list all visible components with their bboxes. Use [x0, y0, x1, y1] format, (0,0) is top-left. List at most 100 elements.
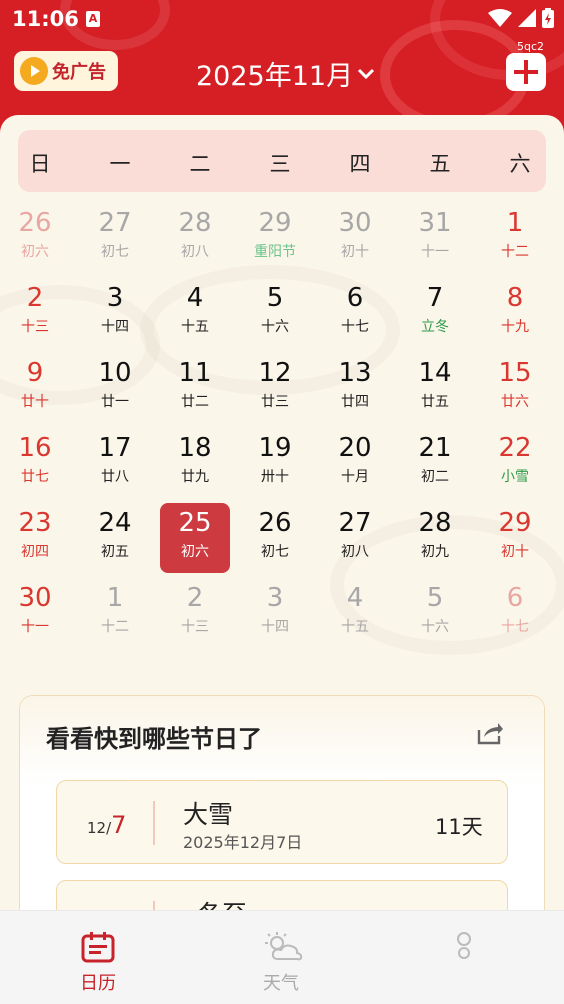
lunar-date: 初七 — [261, 544, 289, 560]
lunar-date: 初八 — [341, 544, 369, 560]
calendar-day[interactable]: 2 十三 — [160, 578, 230, 648]
calendar-day[interactable]: 12 廿三 — [240, 353, 310, 423]
weekday-label: 三 — [269, 152, 291, 176]
calendar-day[interactable]: 30 十一 — [0, 578, 70, 648]
calendar-day[interactable]: 5 十六 — [240, 278, 310, 348]
calendar-day[interactable]: 27 初七 — [80, 203, 150, 273]
day-number: 30 — [338, 208, 372, 238]
calendar-day[interactable]: 27 初八 — [320, 503, 390, 573]
remove-ads-button[interactable]: 免广告 — [14, 51, 118, 91]
day-number: 4 — [346, 583, 364, 613]
calendar-day[interactable]: 23 初四 — [0, 503, 70, 573]
day-number: 27 — [338, 508, 372, 538]
day-number: 8 — [506, 283, 524, 313]
day-number: 1 — [106, 583, 124, 613]
lunar-date: 廿十 — [21, 394, 49, 410]
day-number: 15 — [498, 358, 532, 388]
calendar-day[interactable]: 29 重阳节 — [240, 203, 310, 273]
day-number: 16 — [18, 433, 52, 463]
calendar-day[interactable]: 17 廿八 — [80, 428, 150, 498]
calendar-day[interactable]: 3 十四 — [240, 578, 310, 648]
lunar-date: 初七 — [101, 244, 129, 260]
lunar-date: 廿八 — [101, 469, 129, 485]
nav-tab-calendar[interactable]: 日历 — [38, 911, 158, 1004]
nav-tab-profile[interactable] — [404, 911, 524, 1004]
day-number: 2 — [186, 583, 204, 613]
day-number: 28 — [178, 208, 212, 238]
calendar-day[interactable]: 30 初十 — [320, 203, 390, 273]
calendar-day[interactable]: 28 初九 — [400, 503, 470, 573]
day-number: 5 — [426, 583, 444, 613]
weekday-label: 五 — [429, 152, 451, 176]
calendar-day[interactable]: 19 卅十 — [240, 428, 310, 498]
lunar-date: 廿四 — [341, 394, 369, 410]
weather-icon — [265, 932, 303, 961]
day-number: 10 — [98, 358, 132, 388]
calendar-day[interactable]: 2 十三 — [0, 278, 70, 348]
day-number: 9 — [26, 358, 44, 388]
lunar-date: 十四 — [261, 619, 289, 635]
calendar-view: 日 一 二 三 四 五 六 26 初六 27 初七 28 初八 29 重阳节 30 初十 31 十一 1… — [0, 115, 564, 665]
lunar-date: 十二 — [501, 244, 529, 260]
nav-tab-weather[interactable]: 天气 — [221, 911, 341, 1004]
day-number: 7 — [426, 283, 444, 313]
lunar-date: 十一 — [421, 244, 449, 260]
battery-icon — [542, 8, 554, 28]
calendar-day[interactable]: 18 廿九 — [160, 428, 230, 498]
calendar-day[interactable]: 11 廿二 — [160, 353, 230, 423]
calendar-day[interactable]: 24 初五 — [80, 503, 150, 573]
calendar-day-selected[interactable]: 25 初六 — [160, 503, 230, 573]
lunar-date: 小雪 — [501, 469, 529, 485]
calendar-day[interactable]: 26 初六 — [0, 203, 70, 273]
profile-icon — [457, 932, 471, 959]
calendar-day[interactable]: 20 十月 — [320, 428, 390, 498]
calendar-day[interactable]: 14 廿五 — [400, 353, 470, 423]
share-icon[interactable] — [476, 720, 504, 746]
calendar-day[interactable]: 22 小雪 — [480, 428, 550, 498]
month-selector[interactable]: 2025年11月 — [196, 54, 375, 93]
lunar-date: 初五 — [101, 544, 129, 560]
lunar-date: 初八 — [181, 244, 209, 260]
weekday-label: 六 — [509, 152, 531, 176]
calendar-day[interactable]: 15 廿六 — [480, 353, 550, 423]
calendar-day[interactable]: 5 十六 — [400, 578, 470, 648]
day-number: 28 — [418, 508, 452, 538]
calendar-day[interactable]: 6 十七 — [320, 278, 390, 348]
calendar-day[interactable]: 31 十一 — [400, 203, 470, 273]
lunar-date: 十九 — [501, 319, 529, 335]
festival-full-date: 2025年12月7日 — [183, 833, 303, 852]
lunar-date: 廿二 — [181, 394, 209, 410]
nav-label: 日历 — [80, 973, 116, 994]
calendar-day[interactable]: 6 十七 — [480, 578, 550, 648]
lunar-date: 十三 — [181, 619, 209, 635]
calendar-day[interactable]: 16 廿七 — [0, 428, 70, 498]
calendar-day[interactable]: 29 初十 — [480, 503, 550, 573]
calendar-day[interactable]: 7 立冬 — [400, 278, 470, 348]
calendar-day[interactable]: 9 廿十 — [0, 353, 70, 423]
day-number: 26 — [258, 508, 292, 538]
calendar-day[interactable]: 3 十四 — [80, 278, 150, 348]
day-number: 12 — [258, 358, 292, 388]
calendar-day[interactable]: 1 十二 — [480, 203, 550, 273]
weekday-label: 日 — [29, 152, 51, 176]
calendar-day[interactable]: 1 十二 — [80, 578, 150, 648]
lunar-date: 十六 — [261, 319, 289, 335]
wifi-icon — [488, 9, 512, 27]
calendar-day[interactable]: 10 廿一 — [80, 353, 150, 423]
calendar-day[interactable]: 28 初八 — [160, 203, 230, 273]
lunar-date: 十七 — [501, 619, 529, 635]
day-number: 1 — [506, 208, 524, 238]
weekday-label: 一 — [109, 152, 131, 176]
calendar-day[interactable]: 13 廿四 — [320, 353, 390, 423]
festival-item[interactable]: 12/7 大雪 2025年12月7日 11天 — [56, 780, 508, 864]
calendar-day[interactable]: 21 初二 — [400, 428, 470, 498]
lunar-date: 廿一 — [101, 394, 129, 410]
calendar-day[interactable]: 4 十五 — [160, 278, 230, 348]
day-number: 30 — [18, 583, 52, 613]
lunar-date: 重阳节 — [254, 244, 296, 260]
add-event-button[interactable] — [506, 53, 546, 91]
calendar-day[interactable]: 4 十五 — [320, 578, 390, 648]
calendar-day[interactable]: 8 十九 — [480, 278, 550, 348]
calendar-day[interactable]: 26 初七 — [240, 503, 310, 573]
day-number: 6 — [506, 583, 524, 613]
